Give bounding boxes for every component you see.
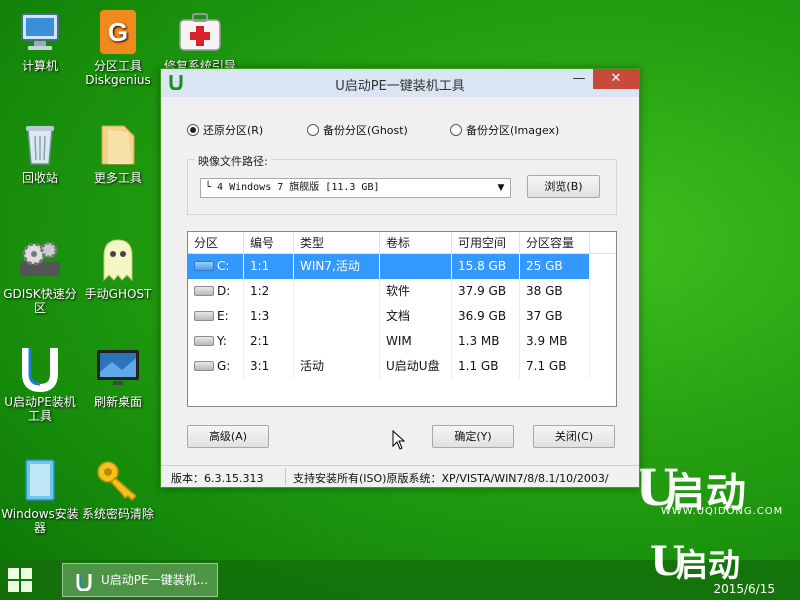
column-header[interactable]: 编号 (244, 232, 294, 253)
column-header[interactable]: 卷标 (380, 232, 452, 253)
gears-icon (16, 236, 64, 284)
taskbar-date[interactable]: 2015/6/15 (713, 582, 775, 596)
chevron-down-icon[interactable]: ▼ (494, 179, 508, 197)
drive-icon (194, 336, 214, 346)
recycle-bin-icon (16, 120, 64, 168)
close-button[interactable]: 关闭(C) (533, 425, 615, 448)
desktop-icon-computer[interactable]: 计算机 (0, 8, 80, 73)
column-header[interactable]: 分区 (188, 232, 244, 253)
table-row[interactable]: G: 3:1 活动 U启动U盘 1.1 GB 7.1 GB (188, 354, 616, 379)
desktop-icon-repair-boot[interactable]: 修复系统引导 (160, 8, 240, 73)
column-header[interactable]: 分区容量 (520, 232, 590, 253)
table-row[interactable]: C: 1:1 WIN7,活动 15.8 GB 25 GB (188, 254, 616, 279)
installer-box-icon (16, 456, 64, 504)
ok-button[interactable]: 确定(Y) (432, 425, 514, 448)
first-aid-kit-icon (176, 8, 224, 56)
image-path-select[interactable]: └ 4 Windows 7 旗舰版 [11.3 GB] ▼ (200, 178, 511, 198)
uqidong-logo-icon (16, 344, 64, 393)
column-header[interactable]: 类型 (294, 232, 380, 253)
start-button[interactable] (8, 568, 32, 592)
status-bar: 版本：6.3.15.313 支持安装所有(ISO)原版系统：XP/VISTA/W… (161, 465, 639, 487)
desktop-icon-more-tools[interactable]: 更多工具 (78, 120, 158, 185)
diskgenius-icon: G (94, 8, 142, 56)
windows-logo-icon (8, 568, 19, 579)
radio-restore-partition[interactable]: 还原分区(R) (187, 122, 263, 138)
desktop-icon-manual-ghost[interactable]: 手动GHOST (78, 236, 158, 301)
table-row[interactable]: Y: 2:1 WIM 1.3 MB 3.9 MB (188, 329, 616, 354)
ghost-icon (94, 236, 142, 284)
radio-dot-icon (450, 124, 462, 136)
computer-icon (16, 8, 64, 56)
installer-window: U启动PE一键装机工具 — ✕ 还原分区(R) 备份分区(Ghost) 备份分区… (160, 68, 640, 488)
uqidong-brand-logo: U 启动 WWW.UQIDONG.COM (635, 458, 784, 517)
radio-dot-icon (307, 124, 319, 136)
title-bar[interactable]: U启动PE一键装机工具 — ✕ (161, 69, 639, 97)
version-text: 版本：6.3.15.313 (171, 472, 264, 485)
folder-icon (94, 120, 142, 168)
drive-icon (194, 261, 214, 271)
advanced-button[interactable]: 高级(A) (187, 425, 269, 448)
minimize-button[interactable]: — (565, 69, 593, 89)
radio-backup-ghost[interactable]: 备份分区(Ghost) (307, 122, 408, 138)
image-path-label: 映像文件路径: (195, 153, 271, 169)
key-icon (94, 456, 142, 504)
radio-dot-icon (187, 124, 199, 136)
uqidong-tray-logo: U 启动 (650, 538, 741, 585)
drive-icon (194, 311, 214, 321)
table-row[interactable]: E: 1:3 文档 36.9 GB 37 GB (188, 304, 616, 329)
desktop-icon-password-clear[interactable]: 系统密码清除 (78, 456, 158, 521)
partition-table: 分区 编号 类型 卷标 可用空间 分区容量 C: 1:1 WIN7,活动 15.… (187, 231, 617, 407)
svg-text:G: G (108, 17, 128, 47)
browse-button[interactable]: 浏览(B) (527, 175, 600, 198)
desktop-icon-recycle-bin[interactable]: 回收站 (0, 120, 80, 185)
desktop-icon-gdisk[interactable]: GDISK快速分区 (0, 236, 80, 315)
taskbar-item-installer[interactable]: U启动PE一键装机... (62, 563, 218, 597)
app-logo-icon (75, 571, 93, 592)
desktop-icon-uqidong-pe[interactable]: U启动PE装机工具 (0, 344, 80, 423)
column-header[interactable]: 可用空间 (452, 232, 520, 253)
drive-icon (194, 286, 214, 296)
desktop-icon-windows-installer[interactable]: Windows安装器 (0, 456, 80, 535)
monitor-icon (94, 344, 142, 392)
table-header: 分区 编号 类型 卷标 可用空间 分区容量 (188, 232, 616, 254)
support-text: 支持安装所有(ISO)原版系统：XP/VISTA/WIN7/8/8.1/10/2… (293, 472, 609, 485)
radio-backup-imagex[interactable]: 备份分区(Imagex) (450, 122, 559, 138)
close-window-button[interactable]: ✕ (593, 69, 639, 89)
usb-drive-icon (194, 361, 214, 371)
desktop-icon-refresh-desktop[interactable]: 刷新桌面 (78, 344, 158, 409)
status-separator (285, 468, 286, 485)
mouse-pointer-icon (392, 429, 406, 450)
desktop-icon-diskgenius[interactable]: G 分区工具 Diskgenius (78, 8, 158, 87)
table-row[interactable]: D: 1:2 软件 37.9 GB 38 GB (188, 279, 616, 304)
